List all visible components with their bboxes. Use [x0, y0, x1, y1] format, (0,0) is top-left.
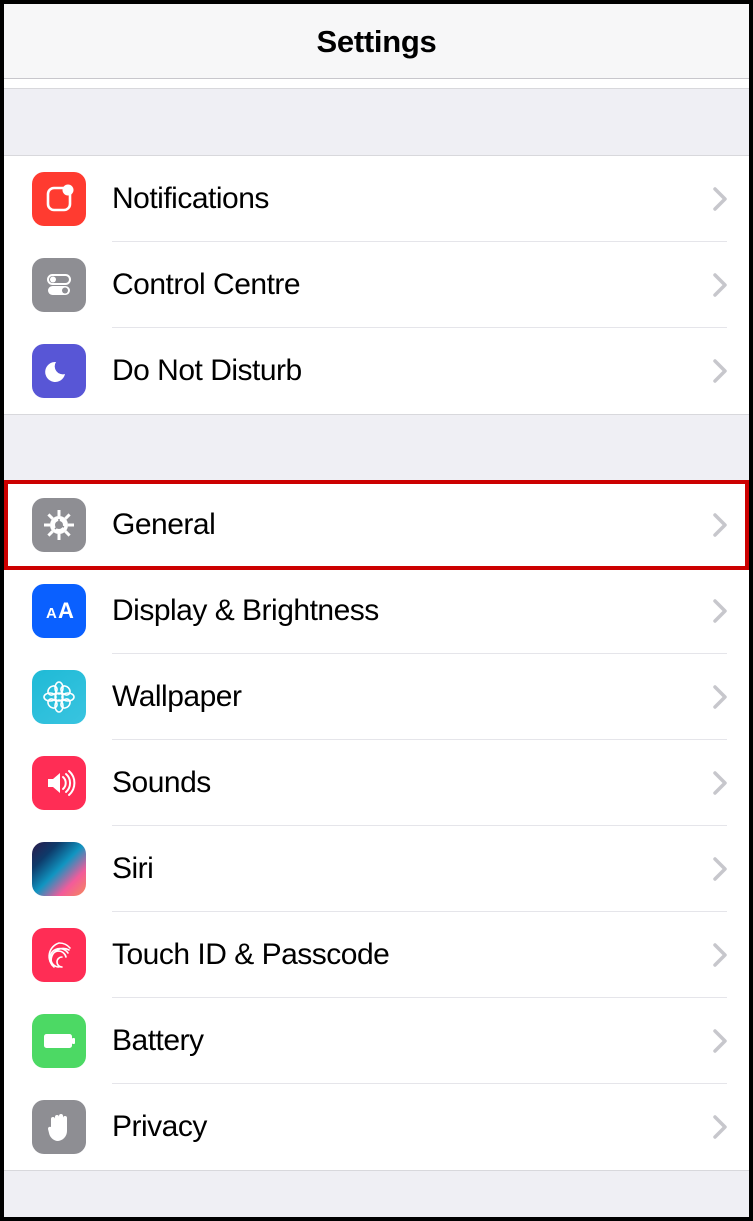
- row-label: Do Not Disturb: [112, 354, 713, 388]
- hand-icon: [32, 1100, 86, 1154]
- row-label: Sounds: [112, 766, 713, 800]
- row-label: Wallpaper: [112, 680, 713, 714]
- gear-icon: [32, 498, 86, 552]
- svg-text:A: A: [46, 605, 57, 622]
- row-touch-id[interactable]: Touch ID & Passcode: [4, 912, 749, 998]
- row-label: Privacy: [112, 1110, 713, 1144]
- chevron-right-icon: [713, 943, 727, 967]
- row-siri[interactable]: Siri: [4, 826, 749, 912]
- flower-icon: [32, 670, 86, 724]
- row-label: Siri: [112, 852, 713, 886]
- row-label: Touch ID & Passcode: [112, 938, 713, 972]
- settings-group-1: Notifications Control Centre Do Not Dist…: [4, 155, 749, 415]
- row-label: Control Centre: [112, 268, 713, 302]
- chevron-right-icon: [713, 857, 727, 881]
- chevron-right-icon: [713, 1029, 727, 1053]
- row-label: Display & Brightness: [112, 594, 713, 628]
- section-spacer: [4, 89, 749, 155]
- speaker-icon: [32, 756, 86, 810]
- chevron-right-icon: [713, 1115, 727, 1139]
- row-sounds[interactable]: Sounds: [4, 740, 749, 826]
- settings-group-2: General AA Display & Brightness Wallpape…: [4, 481, 749, 1171]
- control-centre-icon: [32, 258, 86, 312]
- row-do-not-disturb[interactable]: Do Not Disturb: [4, 328, 749, 414]
- row-wallpaper[interactable]: Wallpaper: [4, 654, 749, 740]
- row-label: Battery: [112, 1024, 713, 1058]
- row-privacy[interactable]: Privacy: [4, 1084, 749, 1170]
- chevron-right-icon: [713, 187, 727, 211]
- fingerprint-icon: [32, 928, 86, 982]
- chevron-right-icon: [713, 273, 727, 297]
- chevron-right-icon: [713, 599, 727, 623]
- section-spacer: [4, 415, 749, 481]
- row-battery[interactable]: Battery: [4, 998, 749, 1084]
- moon-icon: [32, 344, 86, 398]
- row-general[interactable]: General: [4, 482, 749, 568]
- chevron-right-icon: [713, 359, 727, 383]
- row-display-brightness[interactable]: AA Display & Brightness: [4, 568, 749, 654]
- row-control-centre[interactable]: Control Centre: [4, 242, 749, 328]
- row-notifications[interactable]: Notifications: [4, 156, 749, 242]
- navbar: Settings: [4, 4, 749, 79]
- chevron-right-icon: [713, 771, 727, 795]
- page-title: Settings: [4, 24, 749, 60]
- text-size-icon: AA: [32, 584, 86, 638]
- siri-icon: [32, 842, 86, 896]
- divider-strip: [4, 79, 749, 89]
- notifications-icon: [32, 172, 86, 226]
- battery-icon: [32, 1014, 86, 1068]
- row-label: Notifications: [112, 182, 713, 216]
- svg-text:A: A: [58, 598, 74, 623]
- row-label: General: [112, 508, 713, 542]
- chevron-right-icon: [713, 685, 727, 709]
- chevron-right-icon: [713, 513, 727, 537]
